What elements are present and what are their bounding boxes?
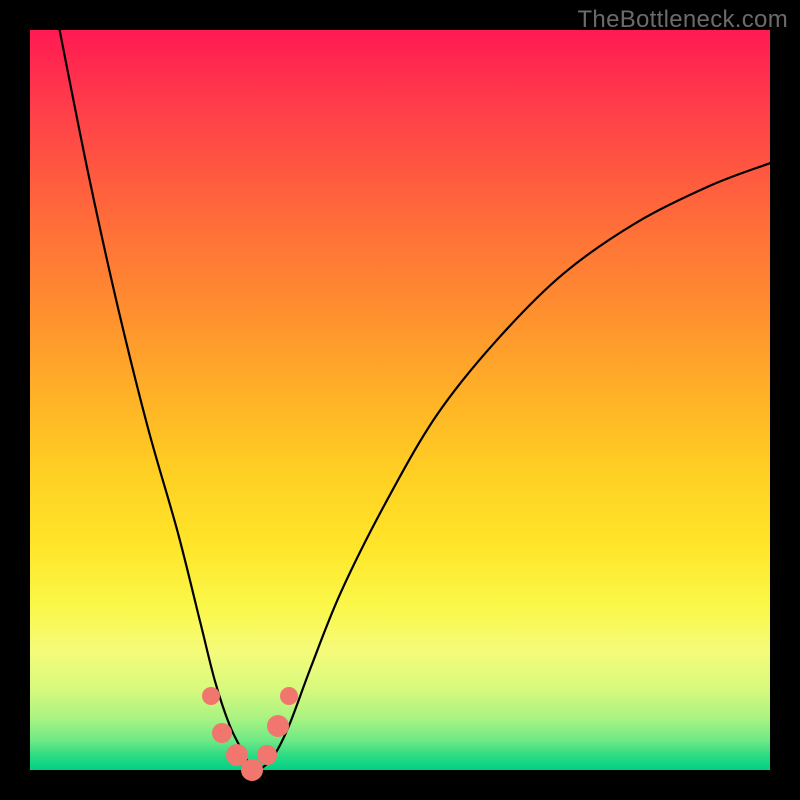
- data-marker: [202, 687, 220, 705]
- chart-plot-area: [30, 30, 770, 770]
- data-marker: [267, 715, 289, 737]
- bottleneck-curve: [60, 30, 770, 770]
- watermark-text: TheBottleneck.com: [577, 6, 788, 34]
- data-marker: [280, 687, 298, 705]
- chart-frame: TheBottleneck.com: [0, 0, 800, 800]
- data-marker: [212, 723, 232, 743]
- data-marker: [257, 745, 277, 765]
- curve-svg: [30, 30, 770, 770]
